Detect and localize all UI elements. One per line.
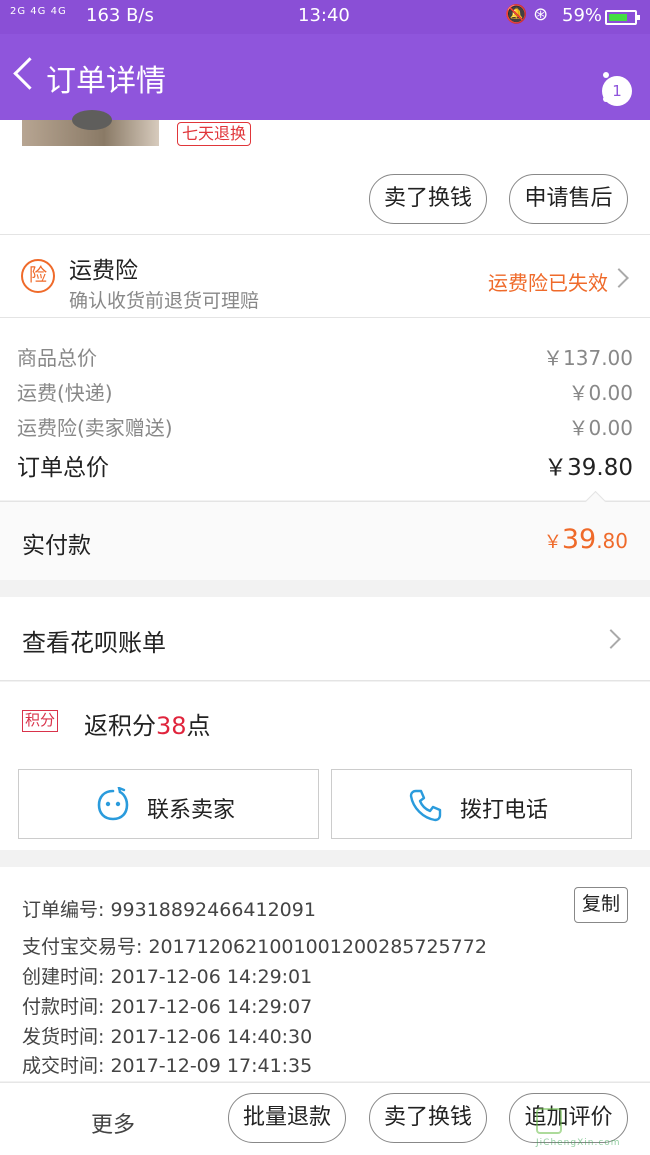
network-speed: 163 B/s xyxy=(86,5,154,26)
insurance-subtitle: 确认收货前退货可理赔 xyxy=(69,290,260,312)
seven-day-return-tag: 七天退换 xyxy=(177,122,252,146)
completed-time: 成交时间: 2017-12-09 17:41:35 xyxy=(22,1055,313,1077)
contact-seller-label: 联系卖家 xyxy=(147,798,236,823)
huabei-bill-row[interactable]: 查看花呗账单 xyxy=(0,597,650,681)
signal-icon: 2G 4G 4G xyxy=(10,6,67,17)
insurance-status: 运费险已失效 xyxy=(488,271,608,295)
points-row: 积分 返积分38点 xyxy=(0,682,650,760)
app-header: 订单详情 1 xyxy=(0,34,650,120)
price-value: ￥0.00 xyxy=(568,416,633,440)
order-number: 订单编号: 99318892466412091 xyxy=(22,899,316,921)
clock: 13:40 xyxy=(298,5,350,26)
amount-integer: 39 xyxy=(561,524,597,555)
price-breakdown: 商品总价 ￥137.00 运费(快递) ￥0.00 运费险(卖家赠送) ￥0.0… xyxy=(0,318,650,500)
price-label: 运费险(卖家赠送) xyxy=(17,416,173,440)
order-total-value: ￥39.80 xyxy=(544,455,633,481)
amount-paid-row: 实付款 ￥39.80 xyxy=(0,501,650,580)
amount-paid-label: 实付款 xyxy=(22,533,91,559)
price-label: 运费(快递) xyxy=(17,381,113,405)
status-bar: 2G 4G 4G 163 B/s 13:40 🔕 ⊛ 59% xyxy=(0,0,650,34)
price-value: ￥137.00 xyxy=(543,346,633,370)
batch-refund-button[interactable]: 批量退款 xyxy=(228,1093,346,1143)
shipped-time: 发货时间: 2017-12-06 14:40:30 xyxy=(22,1026,313,1048)
mute-and-lock-icons: 🔕 ⊛ xyxy=(505,4,549,25)
price-value: ￥0.00 xyxy=(568,381,633,405)
more-actions-button[interactable]: 更多 xyxy=(91,1107,135,1139)
call-phone-label: 拨打电话 xyxy=(460,798,549,823)
watermark-text: JiChengXin.com xyxy=(536,1138,621,1148)
chevron-right-icon xyxy=(601,629,621,649)
order-info-section: 订单编号: 99318892466412091 复制 支付宝交易号: 20171… xyxy=(0,867,650,1081)
huabei-bill-label: 查看花呗账单 xyxy=(22,629,166,657)
chevron-right-icon xyxy=(609,268,629,288)
phone-icon xyxy=(409,789,442,822)
points-text: 返积分38点 xyxy=(84,706,211,741)
points-tag: 积分 xyxy=(22,710,59,732)
watermark-logo-icon xyxy=(536,1108,562,1134)
sell-for-cash-button[interactable]: 卖了换钱 xyxy=(369,174,487,224)
battery-percent: 59% xyxy=(562,5,603,26)
product-section: 七天退换 卖了换钱 申请售后 xyxy=(0,110,650,234)
contact-seller-button[interactable]: 联系卖家 xyxy=(18,769,319,839)
copy-button[interactable]: 复制 xyxy=(574,887,628,923)
apply-aftersale-button[interactable]: 申请售后 xyxy=(509,174,628,224)
alipay-trade-number: 支付宝交易号: 2017120621001001200285725772 xyxy=(22,936,487,958)
shipping-insurance-row[interactable]: 险 运费险 确认收货前退货可理赔 运费险已失效 xyxy=(0,234,650,318)
contact-section: 联系卖家 拨打电话 xyxy=(0,760,650,850)
created-time: 创建时间: 2017-12-06 14:29:01 xyxy=(22,966,313,988)
points-number: 38 xyxy=(156,712,187,740)
sell-for-cash-button-bottom[interactable]: 卖了换钱 xyxy=(369,1093,487,1143)
currency-symbol: ￥ xyxy=(543,532,562,553)
back-arrow-icon[interactable] xyxy=(12,56,42,96)
chat-bubble-icon xyxy=(97,787,129,821)
points-suffix: 点 xyxy=(186,712,211,740)
notification-badge[interactable]: 1 xyxy=(602,76,632,106)
price-label: 商品总价 xyxy=(17,346,97,370)
amount-paid-value: ￥39.80 xyxy=(544,524,628,555)
paid-time: 付款时间: 2017-12-06 14:29:07 xyxy=(22,996,313,1018)
product-thumbnail[interactable] xyxy=(22,110,159,146)
insurance-icon: 险 xyxy=(21,259,55,293)
page-title: 订单详情 xyxy=(46,64,166,99)
insurance-title: 运费险 xyxy=(69,258,138,284)
battery-icon xyxy=(605,10,640,25)
site-watermark: JiChengXin.com xyxy=(536,1108,646,1152)
call-phone-button[interactable]: 拨打电话 xyxy=(331,769,632,839)
amount-decimal: .80 xyxy=(596,529,628,553)
points-prefix: 返积分 xyxy=(84,712,156,740)
order-total-label: 订单总价 xyxy=(17,455,109,481)
